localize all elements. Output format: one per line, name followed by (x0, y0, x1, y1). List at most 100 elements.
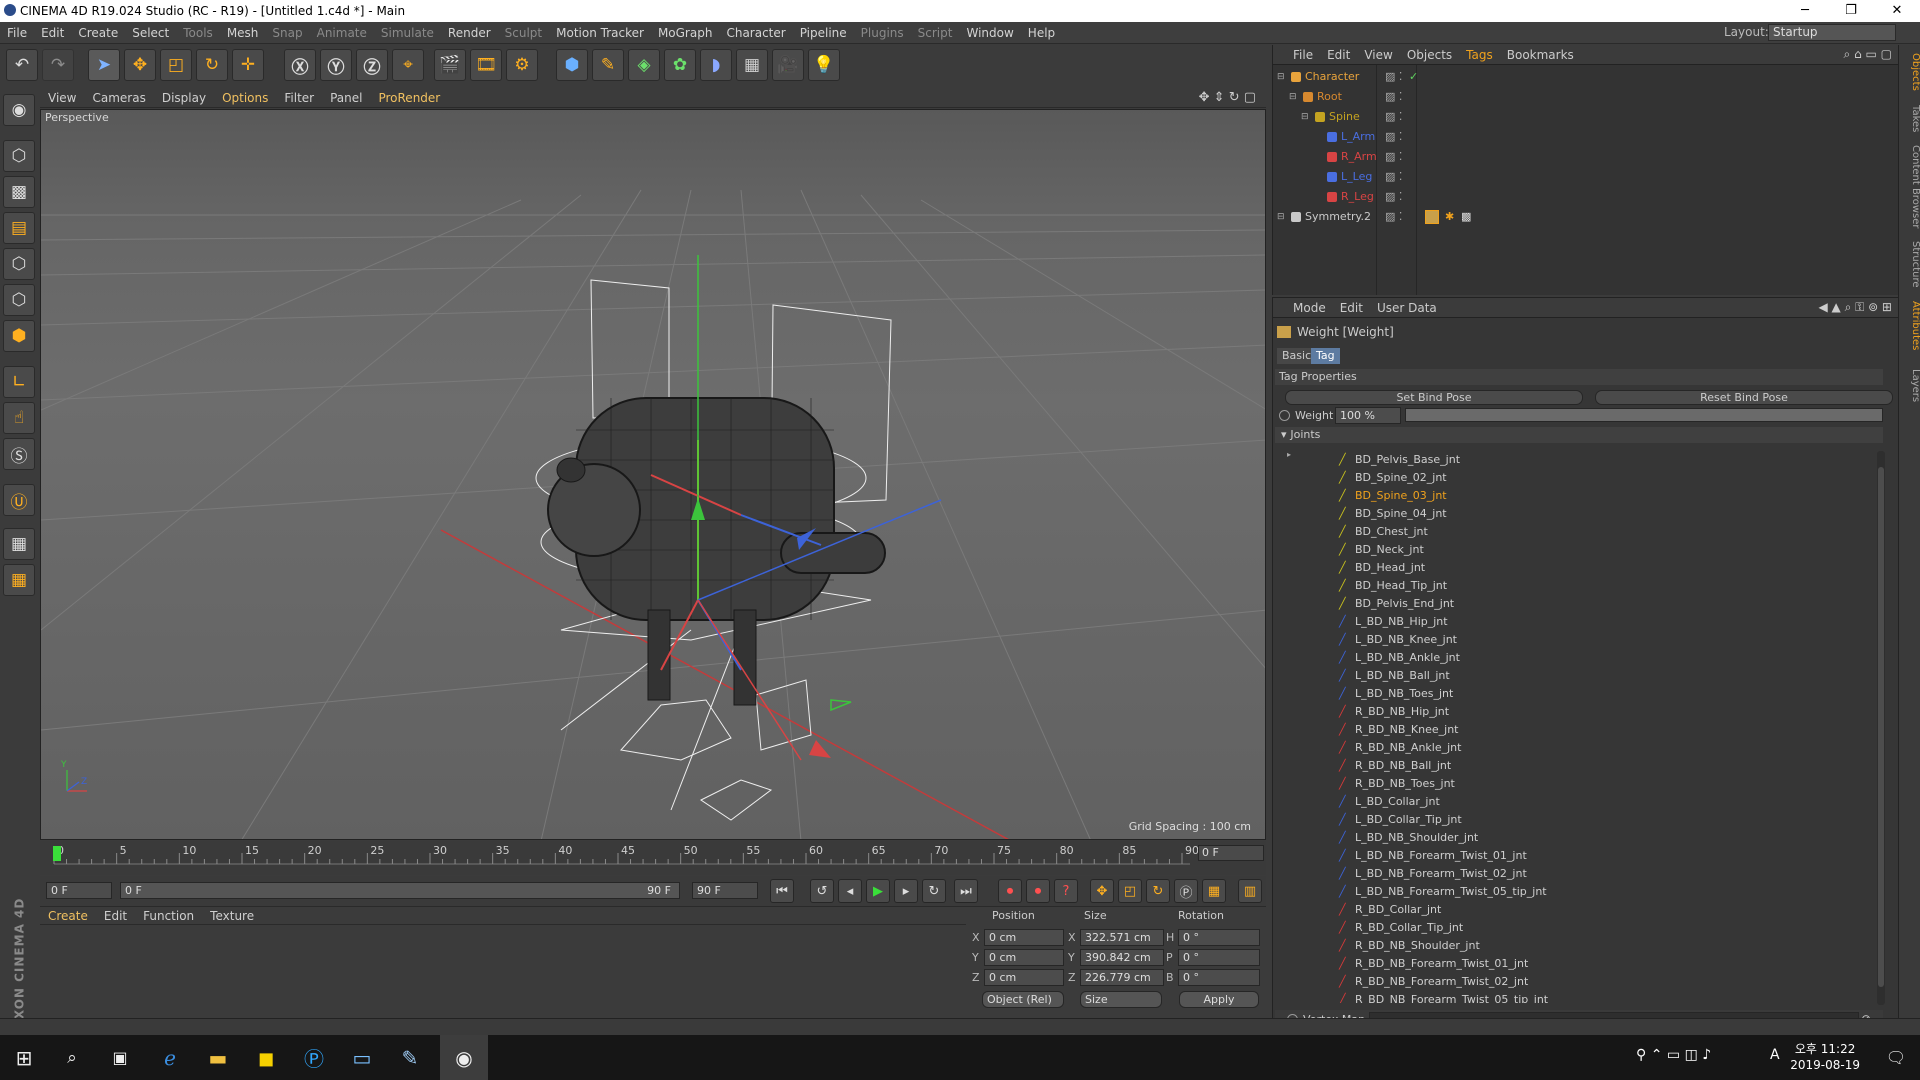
menu-mograph[interactable]: MoGraph (651, 26, 720, 40)
object-name[interactable]: Spine (1329, 107, 1360, 127)
menu-help[interactable]: Help (1021, 26, 1062, 40)
size-y-field[interactable]: 390.842 cm (1080, 949, 1164, 966)
right-tab-takes[interactable]: Takes (1899, 105, 1920, 132)
auto-keying-icon[interactable]: ⏺ (1026, 879, 1050, 903)
joint-list-item[interactable]: ╱ L_BD_Collar_jnt (1303, 793, 1863, 811)
menu-mesh[interactable]: Mesh (220, 26, 266, 40)
obj-menu-file[interactable]: File (1273, 48, 1320, 62)
viewport-menu-prorender[interactable]: ProRender (370, 91, 448, 105)
tray-icons[interactable]: ⚲ ⌃ ▭ ◫ ♪ (1636, 1047, 1711, 1063)
obj-menu-edit[interactable]: Edit (1320, 48, 1357, 62)
joint-list-item[interactable]: ╱ R_BD_NB_Forearm_Twist_01_jnt (1303, 955, 1863, 973)
next-key-icon[interactable]: ↻ (922, 879, 946, 903)
model-mode-icon[interactable]: ⬡ (3, 140, 35, 172)
key-rotation-icon[interactable]: ↻ (1146, 879, 1170, 903)
object-name[interactable]: R_Arm (1341, 147, 1377, 167)
right-tab-objects[interactable]: Objects (1899, 53, 1920, 91)
end-frame-field[interactable]: 90 F (692, 882, 758, 899)
joint-list-item[interactable]: ╱ BD_Chest_jnt (1303, 523, 1863, 541)
joint-list-item[interactable]: ╱ R_BD_Collar_jnt (1303, 901, 1863, 919)
menu-window[interactable]: Window (959, 26, 1020, 40)
obj-menu-objects[interactable]: Objects (1400, 48, 1459, 62)
select-tool-icon[interactable]: ➤ (88, 49, 120, 81)
timeline-ruler[interactable]: 051015202530354045505560657075808590 (50, 843, 1226, 865)
key-point-level-icon[interactable]: ▦ (1202, 879, 1226, 903)
coordinate-mode-select[interactable]: Object (Rel) (982, 991, 1064, 1008)
viewport-menu-display[interactable]: Display (154, 91, 214, 105)
menu-animate[interactable]: Animate (310, 26, 374, 40)
array-icon[interactable]: ✿ (664, 49, 696, 81)
visibility-toggle-icon[interactable]: ▨ ⁚ (1385, 107, 1402, 127)
joint-tree-expand-icon[interactable]: ▸ (1287, 450, 1291, 459)
right-tab-layers[interactable]: Layers (1899, 369, 1920, 402)
x-axis-lock-icon[interactable]: Ⓧ (284, 49, 316, 81)
deformer-icon[interactable]: ◗ (700, 49, 732, 81)
joint-list-item[interactable]: ╱ R_BD_NB_Shoulder_jnt (1303, 937, 1863, 955)
workplane-lock-icon[interactable]: ▦ (3, 528, 35, 560)
workplane-align-icon[interactable]: ▦ (3, 564, 35, 596)
object-row[interactable]: ⊟ Character ▨ ⁚ ✓ (1273, 67, 1893, 87)
joint-list-item[interactable]: ╱ R_BD_NB_Hip_jnt (1303, 703, 1863, 721)
menu-render[interactable]: Render (441, 26, 498, 40)
obj-menu-view[interactable]: View (1357, 48, 1399, 62)
redo-icon[interactable]: ↷ (42, 49, 74, 81)
weight-tag-icon[interactable] (1425, 210, 1439, 224)
pos-y-field[interactable]: 0 cm (984, 949, 1064, 966)
object-name[interactable]: Character (1305, 67, 1359, 87)
coordinate-system-icon[interactable]: ⌖ (392, 49, 424, 81)
object-row[interactable]: R_Arm ▨ ⁚ (1273, 147, 1893, 167)
joint-list-item[interactable]: ╱ R_BD_NB_Toes_jnt (1303, 775, 1863, 793)
joint-list-item[interactable]: ╱ BD_Head_Tip_jnt (1303, 577, 1863, 595)
weight-slider[interactable] (1405, 408, 1883, 422)
explorer-icon[interactable]: ▬ (194, 1035, 242, 1080)
skin-tag-icon[interactable]: ✱ (1445, 207, 1454, 227)
size-mode-select[interactable]: Size (1080, 991, 1162, 1008)
kakaotalk-icon[interactable]: ◼ (242, 1035, 290, 1080)
transform-tool-icon[interactable]: ✛ (232, 49, 264, 81)
visibility-toggle-icon[interactable]: ▨ ⁚ (1385, 127, 1402, 147)
search-icon[interactable]: ⌕ (48, 1035, 96, 1080)
material-menu-create[interactable]: Create (40, 909, 96, 923)
joints-group-header[interactable]: ▾ Joints (1275, 427, 1883, 443)
render-settings-icon[interactable]: ⚙ (506, 49, 538, 81)
render-picture-viewer-icon[interactable]: 🎞 (470, 49, 502, 81)
joint-list-item[interactable]: ╱ R_BD_NB_Forearm_Twist_05_tip_jnt (1303, 991, 1863, 1003)
workplane-mode-icon[interactable]: ▤ (3, 212, 35, 244)
rot-h-field[interactable]: 0 ° (1178, 929, 1260, 946)
scale-tool-icon[interactable]: ◰ (160, 49, 192, 81)
move-tool-icon[interactable]: ✥ (124, 49, 156, 81)
layout-select[interactable]: Startup (1768, 24, 1896, 41)
magnet-icon[interactable]: Ⓤ (3, 484, 35, 516)
menu-tools[interactable]: Tools (176, 26, 220, 40)
size-z-field[interactable]: 226.779 cm (1080, 969, 1164, 986)
material-menu-texture[interactable]: Texture (202, 909, 262, 923)
pen-icon[interactable]: ✎ (386, 1035, 434, 1080)
joint-list-item[interactable]: ╱ L_BD_NB_Forearm_Twist_05_tip_jnt (1303, 883, 1863, 901)
joint-list-item[interactable]: ╱ L_BD_NB_Hip_jnt (1303, 613, 1863, 631)
menu-select[interactable]: Select (125, 26, 176, 40)
set-bind-pose-button[interactable]: Set Bind Pose (1285, 390, 1583, 405)
obj-menu-bookmarks[interactable]: Bookmarks (1500, 48, 1581, 62)
obj-menu-tags[interactable]: Tags (1459, 48, 1500, 62)
visibility-toggle-icon[interactable]: ▨ ⁚ (1385, 187, 1402, 207)
material-menu-function[interactable]: Function (135, 909, 202, 923)
frame-range-slider[interactable]: 0 F 90 F (120, 882, 680, 899)
viewport-perspective[interactable]: Perspective Y Z Grid Spacing: 100 cm (40, 109, 1266, 840)
key-position-icon[interactable]: ✥ (1090, 879, 1114, 903)
menu-edit[interactable]: Edit (34, 26, 71, 40)
joint-list-item[interactable]: ╱ BD_Spine_02_jnt (1303, 469, 1863, 487)
viewport-nav-icons[interactable]: ✥ ⇕ ↻ ▢ (1199, 90, 1256, 105)
render-view-icon[interactable]: 🎬 (434, 49, 466, 81)
joint-list-item[interactable]: ╱ BD_Pelvis_End_jnt (1303, 595, 1863, 613)
viewport-menu-view[interactable]: View (40, 91, 84, 105)
ime-indicator[interactable]: A (1770, 1047, 1780, 1063)
z-axis-lock-icon[interactable]: Ⓩ (356, 49, 388, 81)
next-frame-icon[interactable]: ▸ (894, 879, 918, 903)
menu-create[interactable]: Create (71, 26, 125, 40)
phong-tag-icon[interactable]: ▩ (1461, 207, 1471, 227)
object-row[interactable]: ⊟ Spine ▨ ⁚ (1273, 107, 1893, 127)
expand-toggle-icon[interactable]: ⊟ (1277, 67, 1285, 87)
menu-motion-tracker[interactable]: Motion Tracker (549, 26, 651, 40)
obj-manager-nav-icons[interactable]: ⌕ ⌂ ▭ ▢ (1844, 47, 1892, 62)
object-name[interactable]: L_Arm (1341, 127, 1375, 147)
